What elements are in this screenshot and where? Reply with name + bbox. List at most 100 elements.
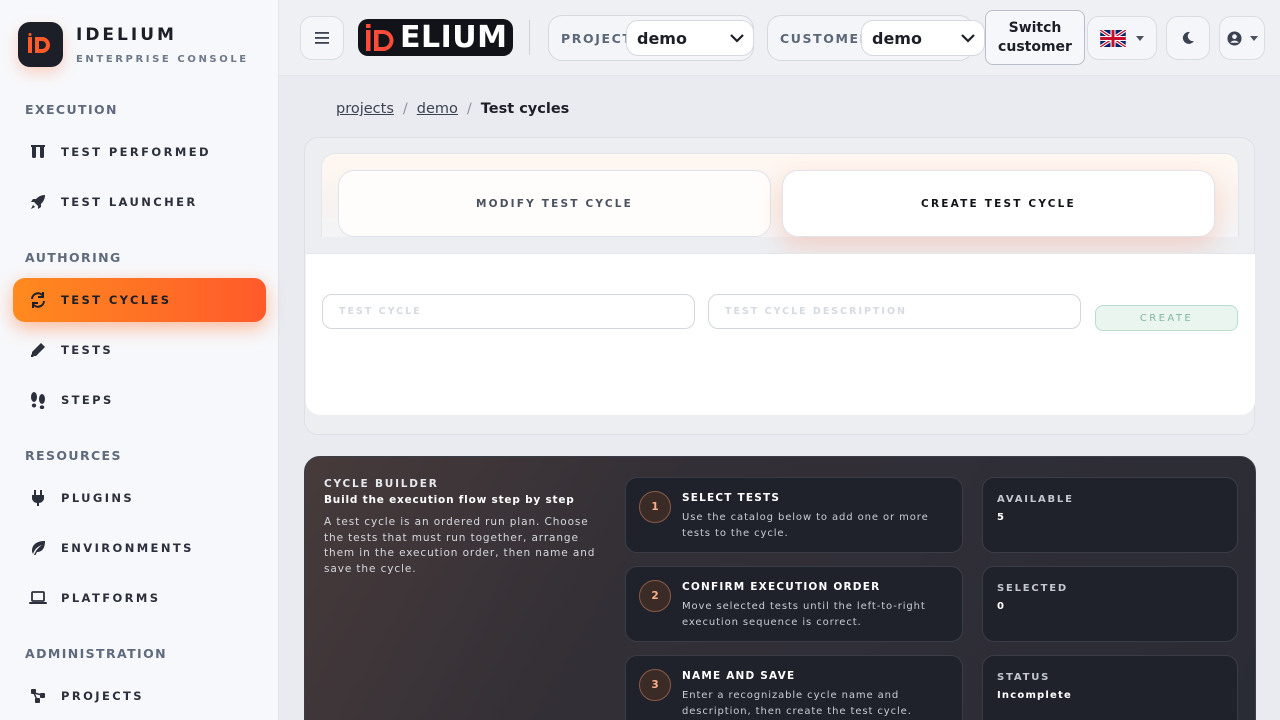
section-title-execution: EXECUTION [25,102,118,117]
sidebar-item-label: ENVIRONMENTS [61,541,194,555]
stat-value: 5 [997,512,1006,523]
step-title: CONFIRM EXECUTION ORDER [682,581,881,593]
sidebar-item-label: TEST CYCLES [61,293,172,307]
chevron-down-icon [960,30,976,50]
top-header: ELIUM PROJECT demo CUSTOMER demo Switch … [279,0,1280,76]
customer-dropdown[interactable]: demo [861,20,985,56]
step-description: Use the catalog below to add one or more… [682,512,929,539]
sidebar-item-test-cycles[interactable]: TEST CYCLES [13,278,266,322]
stat-label: SELECTED [997,583,1068,594]
step-title: NAME AND SAVE [682,670,796,682]
builder-step: 2 CONFIRM EXECUTION ORDER Move selected … [625,566,963,642]
sidebar: IDELIUM ENTERPRISE CONSOLE EXECUTION TES… [0,0,279,720]
header-logo[interactable]: ELIUM [358,19,513,56]
builder-step: 1 SELECT TESTS Use the catalog below to … [625,477,963,553]
step-title: SELECT TESTS [682,492,781,504]
breadcrumb-link-projects[interactable]: projects [336,101,394,117]
customer-label: CUSTOMER [780,30,871,46]
switch-label-line2: customer [998,38,1072,55]
caret-down-icon [1136,35,1144,41]
section-title-authoring: AUTHORING [25,250,122,265]
cycle-icon [28,290,48,310]
header-divider [529,20,530,55]
sidebar-item-tests[interactable]: TESTS [13,328,266,372]
test-cycle-name-field[interactable] [322,294,695,329]
flask-icon [28,142,48,162]
network-icon [28,686,48,706]
language-selector[interactable] [1087,16,1157,60]
customer-value: demo [872,28,922,48]
stat-value: Incomplete [997,690,1072,701]
user-menu-button[interactable] [1219,16,1265,60]
breadcrumb-link-demo[interactable]: demo [417,101,458,117]
builder-step: 3 NAME AND SAVE Enter a recognizable cyc… [625,655,963,720]
rocket-icon [28,192,48,212]
create-button[interactable]: CREATE [1095,305,1238,331]
breadcrumb: projects / demo / Test cycles [336,101,569,117]
breadcrumb-separator: / [402,101,408,117]
hamburger-icon [315,29,329,48]
sidebar-item-plugins[interactable]: PLUGINS [13,476,266,520]
step-description: Move selected tests until the left-to-ri… [682,601,926,628]
builder-title: CYCLE BUILDER [324,478,439,490]
tab-strip: MODIFY TEST CYCLE CREATE TEST CYCLE [321,153,1239,237]
chevron-down-icon [729,30,745,50]
pencil-icon [28,340,48,360]
builder-subtitle: Build the execution flow step by step [324,494,575,506]
step-description: Enter a recognizable cycle name and desc… [682,690,912,717]
switch-label-line1: Switch [1008,19,1062,36]
sidebar-item-projects[interactable]: PROJECTS [13,674,266,718]
step-number: 1 [639,491,671,523]
sidebar-item-platforms[interactable]: PLATFORMS [13,576,266,620]
brand-name: IDELIUM [76,25,177,45]
caret-down-icon [1249,35,1258,41]
builder-description: A test cycle is an ordered run plan. Cho… [324,516,596,575]
sidebar-item-test-performed[interactable]: TEST PERFORMED [13,130,266,174]
laptop-icon [28,588,48,608]
stat-status: STATUS Incomplete [982,655,1238,720]
tab-modify-test-cycle[interactable]: MODIFY TEST CYCLE [338,170,771,237]
step-number: 2 [639,580,671,612]
stat-label: STATUS [997,672,1051,683]
leaf-icon [28,538,48,558]
sidebar-item-steps[interactable]: STEPS [13,378,266,422]
footprints-icon [28,390,48,410]
sidebar-item-label: TEST PERFORMED [61,145,211,159]
sidebar-item-label: STEPS [61,393,114,407]
project-label: PROJECT [561,30,633,46]
test-cycle-name-input[interactable] [339,306,694,317]
test-cycle-card: MODIFY TEST CYCLE CREATE TEST CYCLE CREA… [304,137,1255,435]
cycle-builder-panel: CYCLE BUILDER Build the execution flow s… [304,456,1256,720]
idelium-logo-icon [18,22,63,67]
brand-subtitle: ENTERPRISE CONSOLE [76,54,249,65]
stat-value: 0 [997,601,1006,612]
tab-create-test-cycle[interactable]: CREATE TEST CYCLE [782,170,1215,237]
section-title-administration: ADMINISTRATION [25,646,167,661]
sidebar-item-environments[interactable]: ENVIRONMENTS [13,526,266,570]
project-value: demo [637,28,687,48]
stat-label: AVAILABLE [997,494,1074,505]
moon-icon [1181,31,1195,45]
sidebar-item-label: TEST LAUNCHER [61,195,198,209]
project-selector: PROJECT demo [548,15,754,61]
customer-selector: CUSTOMER demo [767,15,985,61]
project-dropdown[interactable]: demo [626,20,754,56]
stat-selected: SELECTED 0 [982,566,1238,642]
sidebar-item-label: TESTS [61,343,114,357]
sidebar-item-test-launcher[interactable]: TEST LAUNCHER [13,180,266,224]
step-number: 3 [639,669,671,701]
logo-text: ELIUM [400,19,508,55]
section-title-resources: RESOURCES [25,448,122,463]
theme-toggle-button[interactable] [1166,16,1210,60]
test-cycle-description-field[interactable] [708,294,1081,329]
stat-available: AVAILABLE 5 [982,477,1238,553]
sidebar-item-label: PLATFORMS [61,591,161,605]
plug-icon [28,488,48,508]
brand[interactable]: IDELIUM ENTERPRISE CONSOLE [18,22,249,67]
menu-toggle-button[interactable] [300,16,344,60]
switch-customer-button[interactable]: Switch customer [985,10,1085,65]
test-cycle-description-input[interactable] [725,306,1080,317]
breadcrumb-current: Test cycles [480,101,570,117]
create-form: CREATE [306,253,1255,415]
sidebar-item-label: PROJECTS [61,689,144,703]
